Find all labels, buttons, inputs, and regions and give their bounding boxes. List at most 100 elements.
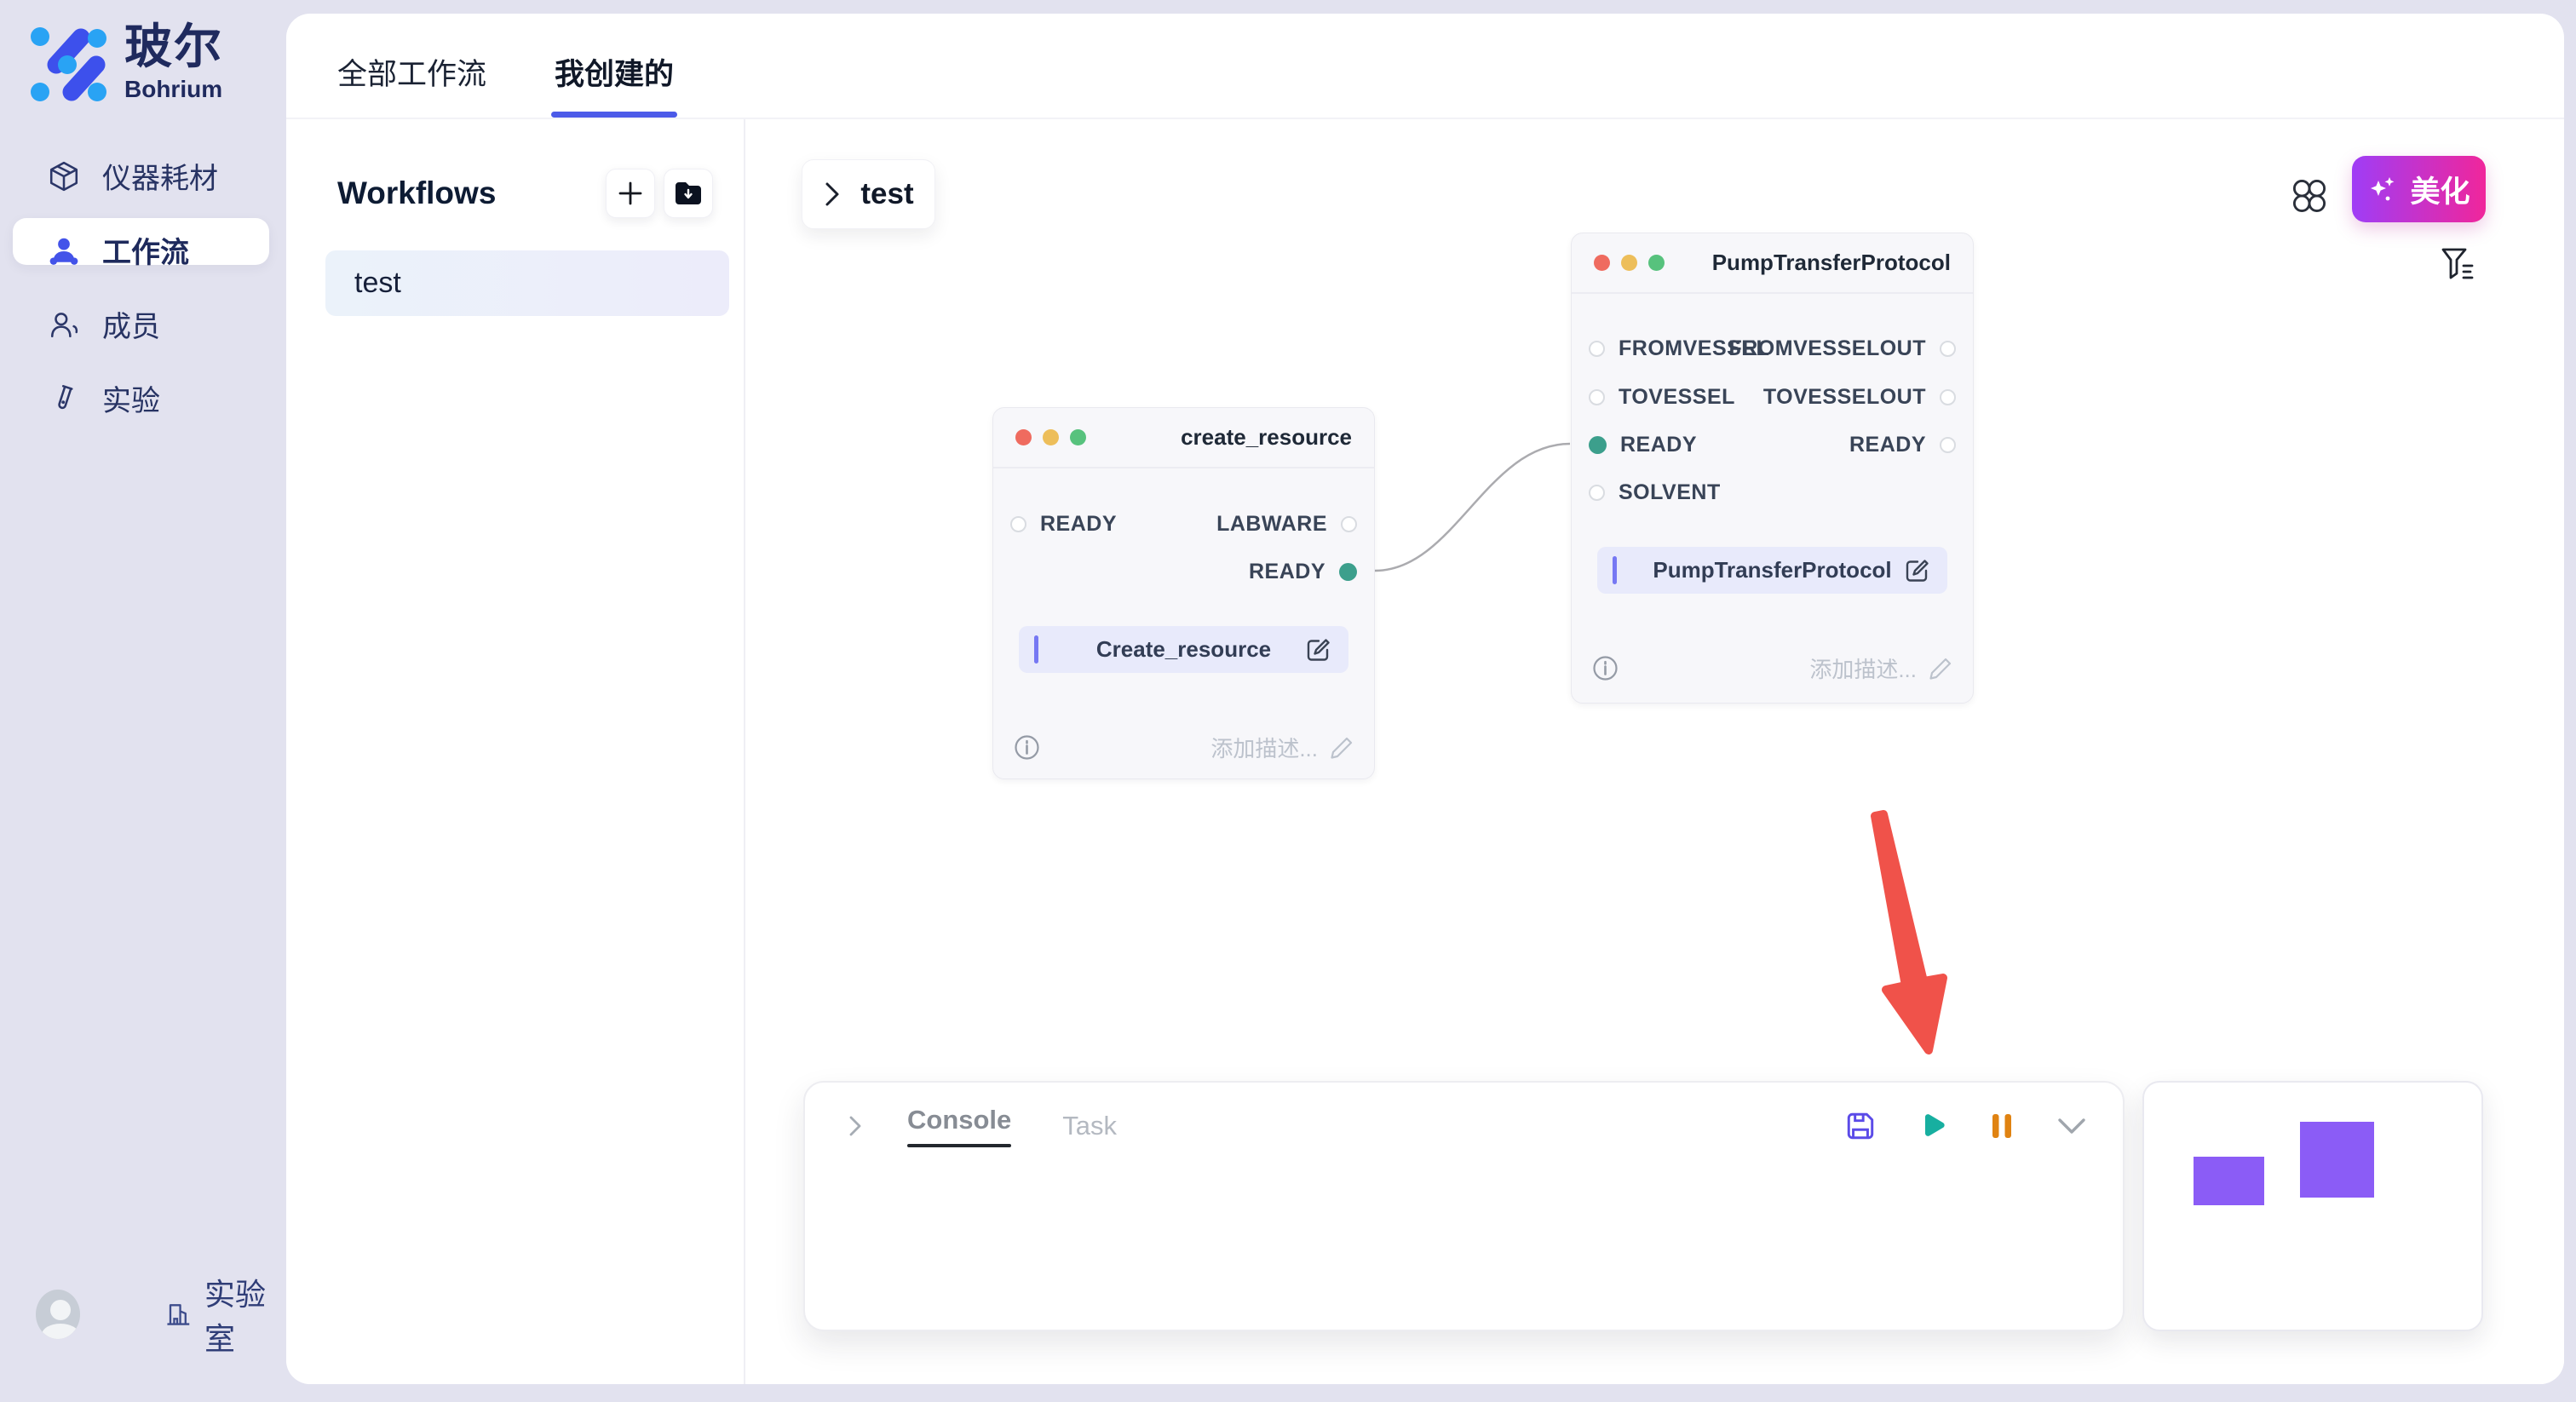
port-label: TOVESSELOUT — [1763, 385, 1926, 410]
collapse-console-button[interactable] — [2055, 1115, 2089, 1137]
sparkles-icon — [2367, 174, 2398, 204]
description-placeholder: 添加描述... — [1809, 652, 1917, 684]
command-palette-button[interactable] — [2289, 175, 2330, 216]
port-output-tovesselout[interactable]: TOVESSELOUT — [1763, 381, 1956, 413]
edit-icon[interactable] — [1304, 636, 1331, 664]
port-dot-icon[interactable] — [1341, 516, 1357, 532]
save-button[interactable] — [1844, 1110, 1877, 1142]
tab-my-created[interactable]: 我创建的 — [555, 26, 674, 118]
node-title: create_resource — [1181, 424, 1352, 451]
chevron-down-icon — [2055, 1115, 2089, 1137]
sidebar-item-workflow[interactable]: 工作流 — [0, 213, 286, 287]
workspace-label: 实验室 — [204, 1270, 286, 1359]
edit-icon[interactable] — [1903, 557, 1930, 584]
pause-button[interactable] — [1987, 1110, 2016, 1142]
sidebar-nav: 仪器耗材 工作流 成员 — [0, 139, 286, 435]
pencil-icon — [1929, 657, 1952, 681]
port-label: FROMVESSELOUT — [1728, 336, 1926, 361]
sidebar-item-members[interactable]: 成员 — [0, 287, 286, 361]
port-input-tovessel[interactable]: TOVESSEL — [1589, 381, 1735, 413]
port-dot-icon[interactable] — [1589, 341, 1605, 357]
port-dot-icon[interactable] — [1589, 485, 1605, 501]
workflow-list-item-test[interactable]: test — [325, 250, 729, 316]
info-icon[interactable] — [1014, 734, 1040, 761]
beautify-button[interactable]: 美化 — [2352, 156, 2486, 222]
edge-connection — [1375, 444, 1570, 571]
user-avatar[interactable] — [36, 1290, 80, 1339]
console-tab[interactable]: Console — [907, 1105, 1011, 1147]
port-input-solvent[interactable]: SOLVENT — [1589, 476, 1721, 509]
port-label: READY — [1620, 433, 1697, 457]
port-output-labware[interactable]: LABWARE — [1216, 508, 1357, 540]
node-create-resource[interactable]: create_resource READY LABWARE READY Crea… — [992, 407, 1375, 779]
port-output-ready[interactable]: READY — [1249, 555, 1357, 588]
sidebar: 玻尔 Bohrium 仪器耗材 工作流 — [0, 0, 286, 1402]
traffic-green-icon — [1070, 429, 1086, 445]
port-output-ready[interactable]: READY — [1849, 428, 1956, 461]
port-label: TOVESSEL — [1619, 385, 1735, 410]
console-expand-icon[interactable] — [844, 1112, 866, 1141]
brand-logo: 玻尔 Bohrium — [29, 22, 223, 103]
traffic-yellow-icon — [1043, 429, 1059, 445]
play-icon — [1915, 1109, 1949, 1143]
task-tab[interactable]: Task — [1062, 1111, 1117, 1141]
port-label: READY — [1249, 560, 1325, 584]
breadcrumb[interactable]: test — [802, 159, 935, 229]
run-button[interactable] — [1915, 1109, 1949, 1143]
port-dot-icon[interactable] — [1940, 389, 1956, 405]
pill-accent-bar — [1613, 556, 1617, 584]
save-icon — [1844, 1110, 1877, 1142]
workflow-icon — [48, 234, 80, 267]
port-dot-icon[interactable] — [1940, 437, 1956, 453]
workflow-canvas[interactable]: test 美化 — [747, 119, 2564, 1384]
port-output-fromvesselout[interactable]: FROMVESSELOUT — [1728, 332, 1956, 365]
workflows-title: Workflows — [337, 175, 496, 211]
node-action-pill[interactable]: Create_resource — [1019, 626, 1348, 673]
port-input-ready[interactable]: READY — [1589, 428, 1697, 461]
node-pump-transfer-protocol[interactable]: PumpTransferProtocol FROMVESSEL TOVESSEL… — [1571, 233, 1974, 704]
minimap-node-pump-transfer — [2300, 1122, 2374, 1198]
minimap[interactable] — [2142, 1081, 2483, 1331]
node-header[interactable]: create_resource — [993, 408, 1374, 468]
bohrium-logo-icon — [29, 22, 107, 102]
experiment-icon — [48, 382, 80, 415]
sidebar-item-label: 成员 — [102, 303, 160, 345]
pill-label: Create_resource — [1096, 636, 1271, 663]
node-action-pill[interactable]: PumpTransferProtocol — [1597, 547, 1947, 594]
sidebar-item-label: 仪器耗材 — [102, 155, 218, 197]
filter-button[interactable] — [2439, 244, 2476, 284]
minimap-node-create-resource — [2194, 1157, 2264, 1205]
import-folder-button[interactable] — [664, 169, 713, 218]
sidebar-item-instruments[interactable]: 仪器耗材 — [0, 139, 286, 213]
beautify-label: 美化 — [2410, 168, 2470, 211]
main-card: 全部工作流 我创建的 Workflows — [286, 14, 2564, 1384]
workflows-panel: Workflows test — [286, 119, 745, 1384]
pill-label: PumpTransferProtocol — [1653, 557, 1891, 583]
port-input-ready[interactable]: READY — [1010, 508, 1117, 540]
info-icon[interactable] — [1592, 655, 1619, 681]
port-dot-icon[interactable] — [1940, 341, 1956, 357]
tab-all-workflows[interactable]: 全部工作流 — [337, 26, 486, 118]
port-label: READY — [1040, 512, 1117, 537]
port-label: LABWARE — [1216, 512, 1327, 537]
tab-label: 我创建的 — [555, 50, 674, 94]
brand-name-en: Bohrium — [124, 76, 223, 103]
workflow-tabbar: 全部工作流 我创建的 — [286, 14, 2564, 119]
pencil-icon — [1330, 736, 1354, 760]
tab-label: 全部工作流 — [337, 50, 486, 94]
port-dot-icon[interactable] — [1010, 516, 1026, 532]
node-header[interactable]: PumpTransferProtocol — [1572, 233, 1973, 294]
traffic-red-icon — [1594, 255, 1610, 271]
port-dot-icon[interactable] — [1339, 563, 1357, 581]
port-dot-icon[interactable] — [1589, 389, 1605, 405]
box-icon — [48, 160, 80, 192]
filter-icon — [2440, 245, 2475, 283]
workspace-switcher[interactable]: 实验室 — [164, 1270, 286, 1359]
add-description[interactable]: 添加描述... — [1809, 652, 1952, 684]
add-workflow-button[interactable] — [606, 169, 655, 218]
port-dot-icon[interactable] — [1589, 436, 1607, 454]
add-description[interactable]: 添加描述... — [1210, 732, 1354, 763]
building-icon — [164, 1298, 193, 1330]
folder-download-icon — [674, 181, 703, 206]
sidebar-item-experiments[interactable]: 实验 — [0, 361, 286, 435]
